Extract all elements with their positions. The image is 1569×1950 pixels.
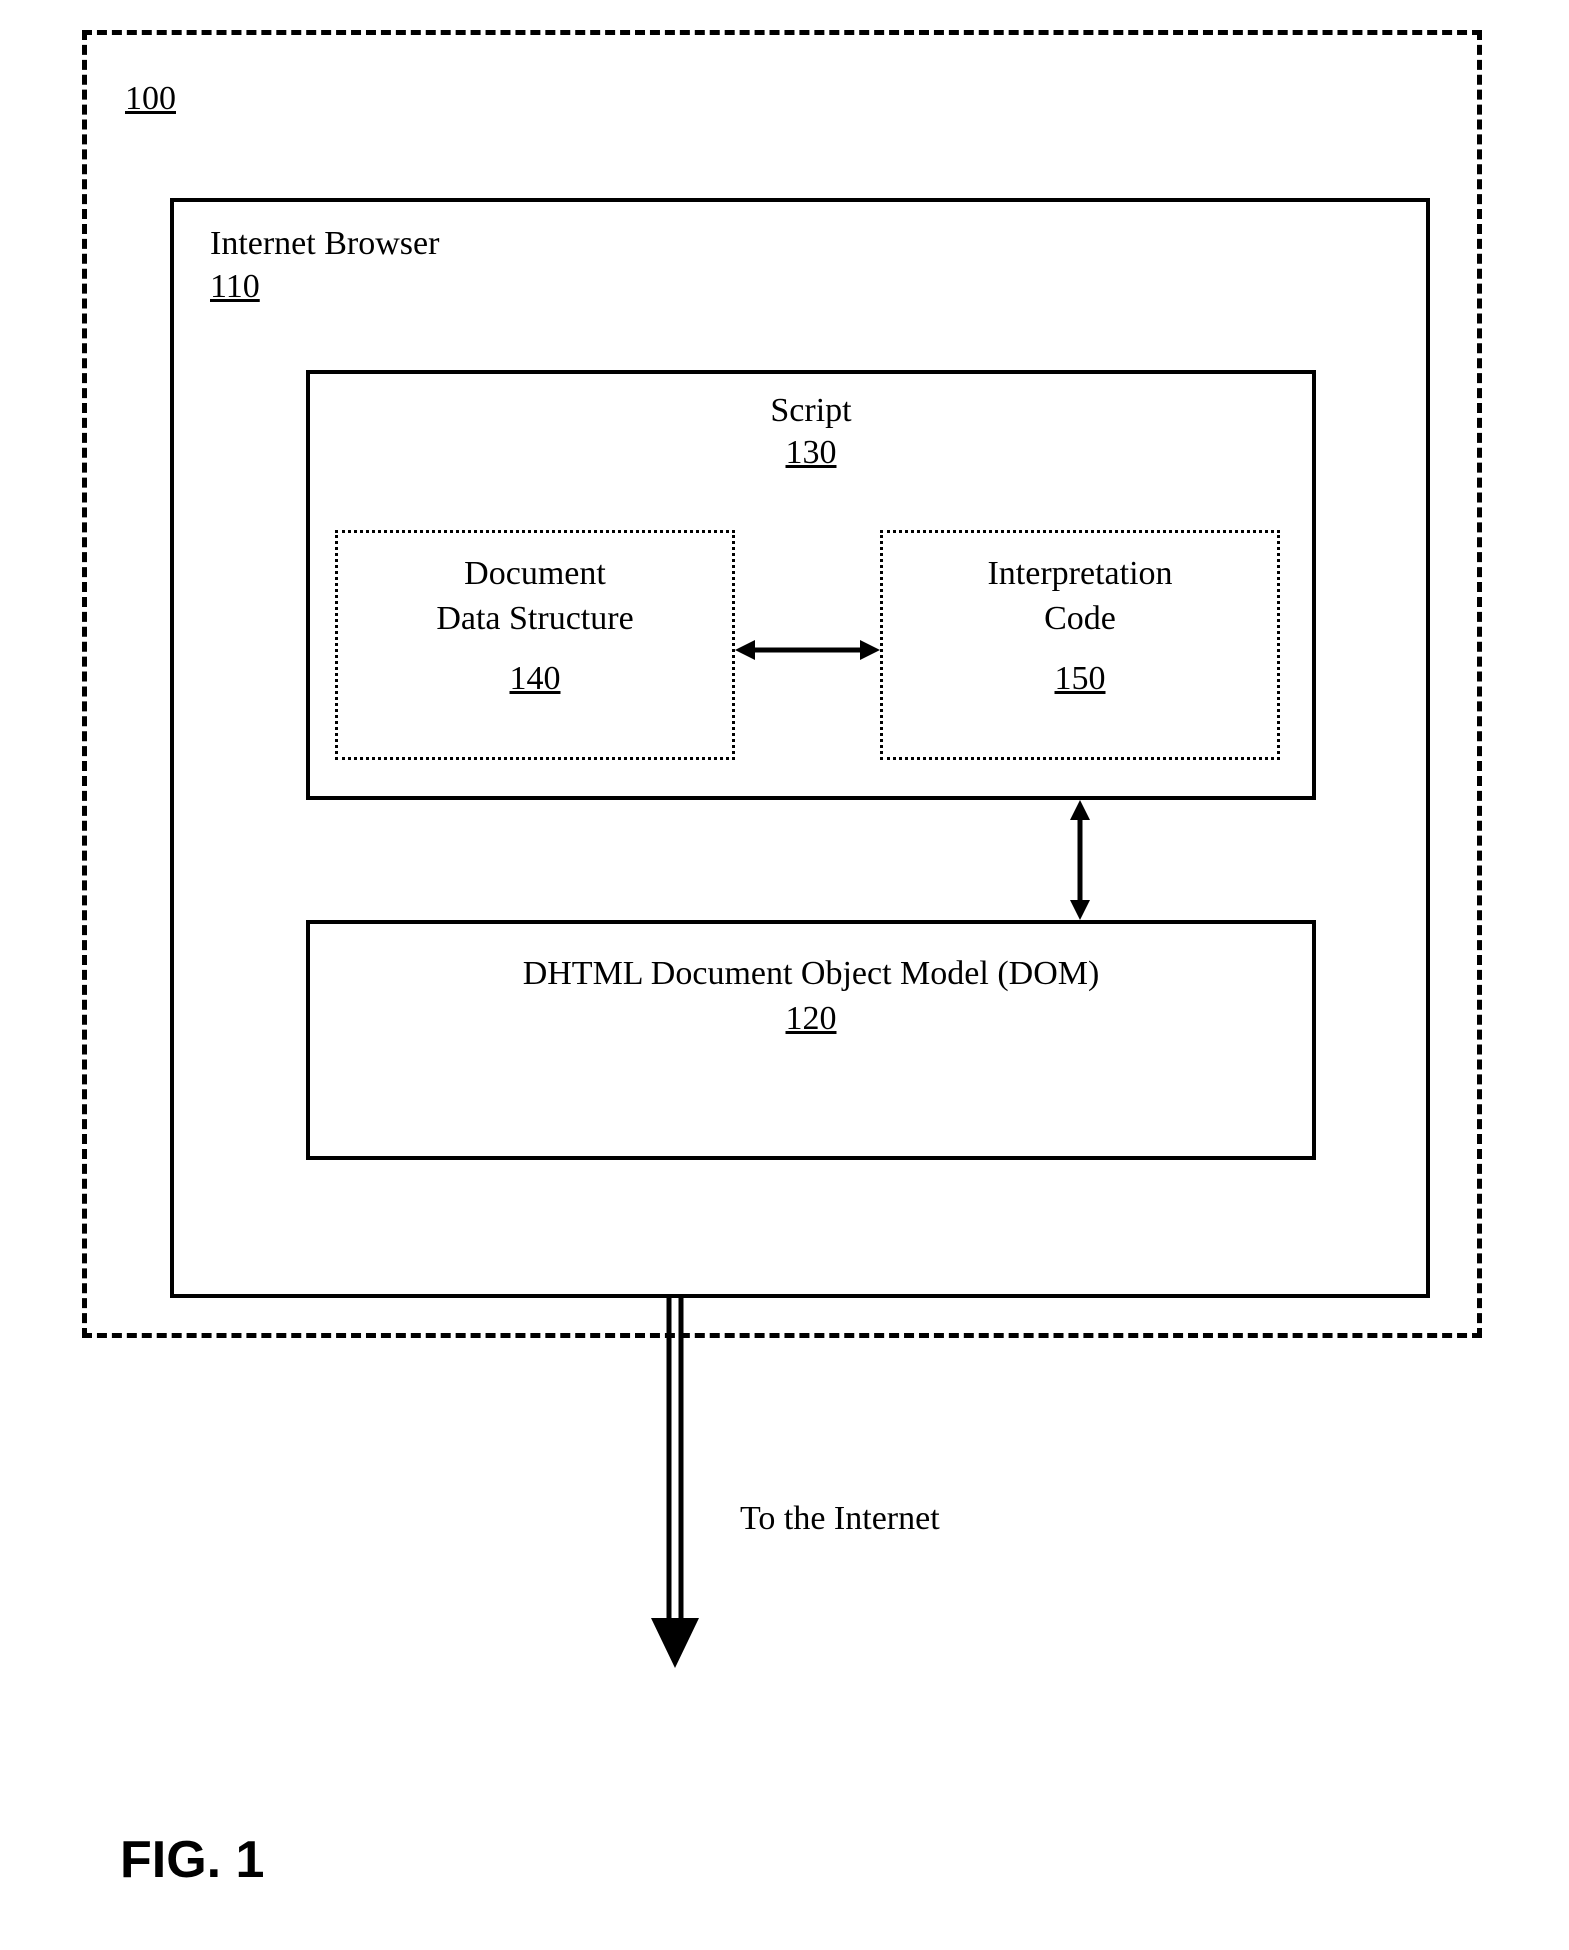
figure-caption: FIG. 1: [120, 1830, 264, 1890]
dhtml-dom-title: DHTML Document Object Model (DOM): [306, 955, 1316, 993]
interpretation-code-number-text: 150: [1055, 660, 1106, 697]
to-the-internet-label: To the Internet: [740, 1500, 940, 1538]
arrow-to-internet: [645, 1298, 705, 1668]
document-data-structure-number-text: 140: [510, 660, 561, 697]
diagram-canvas: 100 Internet Browser 110 Script 130 Docu…: [0, 0, 1569, 1950]
arrow-docdata-interp: [735, 630, 880, 670]
outer-system-number: 100: [125, 80, 176, 118]
interpretation-code-line1: Interpretation: [880, 555, 1280, 593]
dhtml-dom-number-text: 120: [786, 1000, 837, 1037]
arrow-interp-dom: [1060, 800, 1100, 920]
interpretation-code-line2: Code: [880, 600, 1280, 638]
dhtml-dom-number: 120: [306, 1000, 1316, 1038]
document-data-structure-line2: Data Structure: [335, 600, 735, 638]
script-title: Script: [306, 392, 1316, 430]
document-data-structure-number: 140: [335, 660, 735, 698]
script-number-text: 130: [786, 434, 837, 471]
internet-browser-title: Internet Browser: [210, 225, 439, 263]
internet-browser-number: 110: [210, 268, 260, 306]
interpretation-code-number: 150: [880, 660, 1280, 698]
document-data-structure-line1: Document: [335, 555, 735, 593]
script-number: 130: [306, 434, 1316, 472]
